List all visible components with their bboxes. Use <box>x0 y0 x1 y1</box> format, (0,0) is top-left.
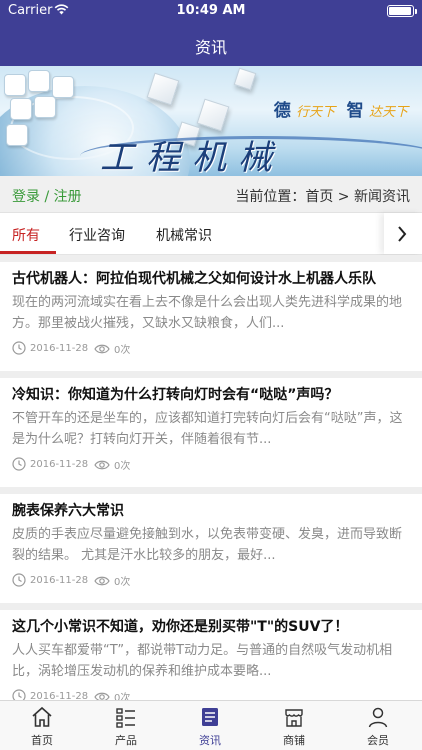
motto-phrase-2: 达天下 <box>368 105 408 120</box>
active-tab-indicator <box>0 251 56 254</box>
clock-icon <box>12 573 26 587</box>
clock-icon <box>12 457 26 471</box>
banner-motto: 德 行天下 智 达天下 <box>274 96 408 121</box>
banner-image[interactable]: 工程机械 德 行天下 智 达天下 <box>0 66 422 176</box>
list-item[interactable]: 冷知识：你知道为什么打转向灯时会有“哒哒”声吗？ 不管开车的还是坐车的，应该都知… <box>0 378 422 487</box>
article-views: 0次 <box>114 577 131 588</box>
tab-products[interactable]: 产品 <box>84 701 168 750</box>
eye-icon <box>94 460 110 469</box>
cube-graphic <box>233 67 257 91</box>
article-title: 腕表保养六大常识 <box>12 503 124 519</box>
page-title: 资讯 <box>194 38 227 57</box>
puzzle-piece-graphic <box>6 124 28 146</box>
list-icon <box>116 708 135 728</box>
cube-graphic <box>196 98 230 132</box>
tab-home[interactable]: 首页 <box>0 701 84 750</box>
article-date: 2016-11-28 <box>30 342 89 354</box>
puzzle-piece-graphic <box>28 70 50 92</box>
motto-phrase-1: 行天下 <box>296 105 336 120</box>
tab-member-label: 会员 <box>367 734 389 747</box>
puzzle-piece-graphic <box>4 74 26 96</box>
more-tabs-button[interactable] <box>384 213 422 254</box>
breadcrumb: 当前位置：首页 > 新闻资讯 <box>235 189 410 205</box>
list-item[interactable]: 古代机器人：阿拉伯现代机械之父如何设计水上机器人乐队 现在的两河流域实在看上去不… <box>0 262 422 371</box>
banner-headline: 工程机械 <box>100 138 284 176</box>
tab-machinery-knowledge[interactable]: 机械常识 <box>156 225 212 245</box>
cube-graphic <box>146 72 180 106</box>
tab-shops[interactable]: 商铺 <box>252 701 336 750</box>
user-icon <box>368 707 388 728</box>
tab-shops-label: 商铺 <box>283 734 305 747</box>
tab-home-label: 首页 <box>31 734 53 747</box>
clock-icon <box>12 341 26 355</box>
login-bar: 登录 / 注册 当前位置：首页 > 新闻资讯 <box>0 176 422 213</box>
shop-icon <box>285 709 303 727</box>
chevron-right-icon <box>398 226 407 242</box>
article-summary: 皮质的手表应尽量避免接触到水，以免表带变硬、发臭，进而导致断裂的结果。 尤其是汗… <box>12 527 403 563</box>
clock: 10:49 AM <box>176 3 246 18</box>
article-summary: 人人买车都爱带“T”，都说带T动力足。与普通的自然吸气发动机相比，涡轮增压发动机… <box>12 643 393 679</box>
tab-member[interactable]: 会员 <box>336 701 420 750</box>
status-bar: Carrier 10:49 AM <box>0 0 422 22</box>
article-list: 古代机器人：阿拉伯现代机械之父如何设计水上机器人乐队 现在的两河流域实在看上去不… <box>0 255 422 719</box>
list-item[interactable]: 腕表保养六大常识 皮质的手表应尽量避免接触到水，以免表带变硬、发臭，进而导致断裂… <box>0 494 422 603</box>
puzzle-piece-graphic <box>34 96 56 118</box>
article-title: 这几个小常识不知道，劝你还是别买带"T"的SUV了！ <box>12 619 349 635</box>
bottom-tab-bar: 首页 产品 资讯 商铺 会员 <box>0 700 422 750</box>
navigation-bar: 资讯 <box>0 22 422 66</box>
article-views: 0次 <box>114 461 131 472</box>
puzzle-piece-graphic <box>52 76 74 98</box>
article-views: 0次 <box>114 345 131 356</box>
battery-icon <box>387 5 417 17</box>
eye-icon <box>94 344 110 353</box>
puzzle-piece-graphic <box>10 98 32 120</box>
tab-industry-consulting[interactable]: 行业咨询 <box>69 225 125 245</box>
tab-all[interactable]: 所有 <box>12 225 40 245</box>
article-title: 冷知识：你知道为什么打转向灯时会有“哒哒”声吗？ <box>12 387 339 403</box>
login-register-link[interactable]: 登录 / 注册 <box>12 186 82 206</box>
category-tabs: 所有 行业咨询 机械常识 <box>0 213 422 255</box>
article-date: 2016-11-28 <box>30 574 89 586</box>
motto-char-1: 德 <box>273 101 291 121</box>
tab-news[interactable]: 资讯 <box>168 701 252 750</box>
tab-products-label: 产品 <box>115 734 137 747</box>
news-icon <box>202 708 218 726</box>
eye-icon <box>94 576 110 585</box>
article-title: 古代机器人：阿拉伯现代机械之父如何设计水上机器人乐队 <box>12 271 376 287</box>
home-icon <box>32 706 52 727</box>
motto-char-2: 智 <box>346 101 364 121</box>
tab-news-label: 资讯 <box>199 734 221 747</box>
article-summary: 现在的两河流域实在看上去不像是什么会出现人类先进科学成果的地方。那里被战火摧残，… <box>12 295 403 331</box>
article-summary: 不管开车的还是坐车的，应该都知道打完转向灯后会有“哒哒”声，这是为什么呢？打转向… <box>12 411 403 447</box>
article-date: 2016-11-28 <box>30 458 89 470</box>
